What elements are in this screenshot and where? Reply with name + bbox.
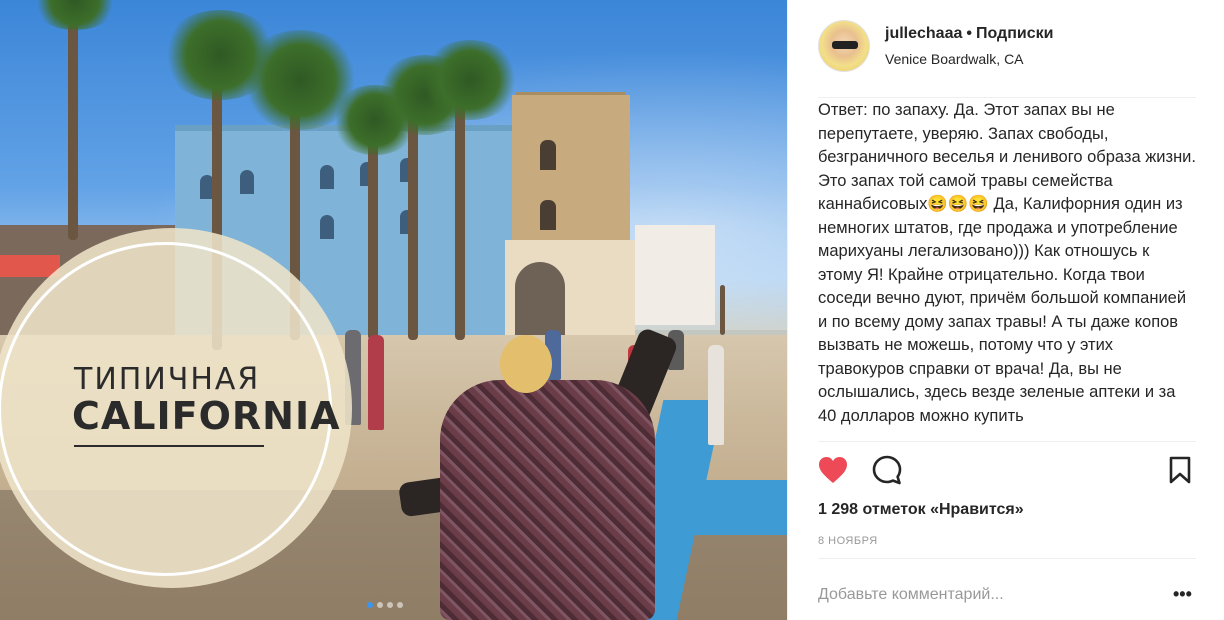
blue-path bbox=[690, 480, 787, 535]
post-photo[interactable]: ТИПИЧНАЯ CALIFORNIA bbox=[0, 0, 787, 620]
woman-figure bbox=[440, 380, 655, 620]
avatar-glasses bbox=[832, 41, 858, 49]
archway bbox=[515, 262, 565, 335]
more-options-button[interactable]: ••• bbox=[1173, 584, 1192, 605]
badge-underline bbox=[74, 445, 264, 447]
palm-trunk bbox=[68, 0, 78, 240]
comment-input[interactable]: Добавьте комментарий... bbox=[818, 586, 1004, 604]
likes-count[interactable]: 1 298 отметок «Нравится» bbox=[818, 501, 1024, 519]
action-bar bbox=[818, 452, 1198, 492]
tower-window bbox=[540, 140, 556, 170]
badge-title-line1: ТИПИЧНАЯ bbox=[74, 362, 261, 397]
divider bbox=[818, 558, 1196, 559]
bookmark-icon[interactable] bbox=[1162, 452, 1198, 488]
user-row: jullechaaa • Подписки bbox=[885, 25, 1053, 43]
building-window bbox=[320, 165, 334, 189]
building-window bbox=[240, 170, 254, 194]
divider bbox=[818, 441, 1196, 442]
post-header: jullechaaa • Подписки Venice Boardwalk, CA bbox=[818, 20, 1053, 72]
carousel-dot[interactable] bbox=[397, 602, 403, 608]
palm-trunk bbox=[408, 100, 418, 340]
post-date[interactable]: 8 НОЯБРЯ bbox=[818, 535, 878, 547]
carousel-dot[interactable] bbox=[367, 602, 373, 608]
carousel-dot[interactable] bbox=[387, 602, 393, 608]
badge-title-line2: CALIFORNIA bbox=[72, 394, 341, 438]
avatar[interactable] bbox=[818, 20, 870, 72]
heart-filled-icon-svg bbox=[819, 457, 847, 483]
white-building bbox=[635, 225, 715, 325]
carousel-dot[interactable] bbox=[377, 602, 383, 608]
tower-window bbox=[540, 200, 556, 230]
heart-filled-icon[interactable] bbox=[815, 452, 851, 488]
palm-trunk bbox=[720, 285, 725, 335]
header-separator: • bbox=[966, 25, 972, 42]
follow-button[interactable]: Подписки bbox=[976, 25, 1053, 42]
palm-crown bbox=[420, 40, 520, 120]
carousel-dots bbox=[367, 602, 403, 608]
post-sidebar: jullechaaa • Подписки Venice Boardwalk, CA… bbox=[787, 0, 1224, 620]
header-text: jullechaaa • Подписки Venice Boardwalk, CA bbox=[885, 25, 1053, 67]
pedestrian bbox=[708, 345, 724, 445]
speech-bubble-icon-svg bbox=[872, 455, 902, 485]
divider bbox=[818, 97, 1196, 98]
building-window bbox=[320, 215, 334, 239]
speech-bubble-icon[interactable] bbox=[869, 452, 905, 488]
instagram-post: ТИПИЧНАЯ CALIFORNIA jullechaaa • Подписки … bbox=[0, 0, 1224, 620]
username-link[interactable]: jullechaaa bbox=[885, 25, 962, 42]
pedestrian bbox=[368, 335, 384, 430]
bookmark-icon-svg bbox=[1169, 456, 1191, 484]
caption-text: Ответ: по запаху. Да. Этот запах вы не п… bbox=[818, 101, 1196, 425]
woman-head bbox=[500, 335, 552, 393]
location-link[interactable]: Venice Boardwalk, CA bbox=[885, 51, 1053, 67]
